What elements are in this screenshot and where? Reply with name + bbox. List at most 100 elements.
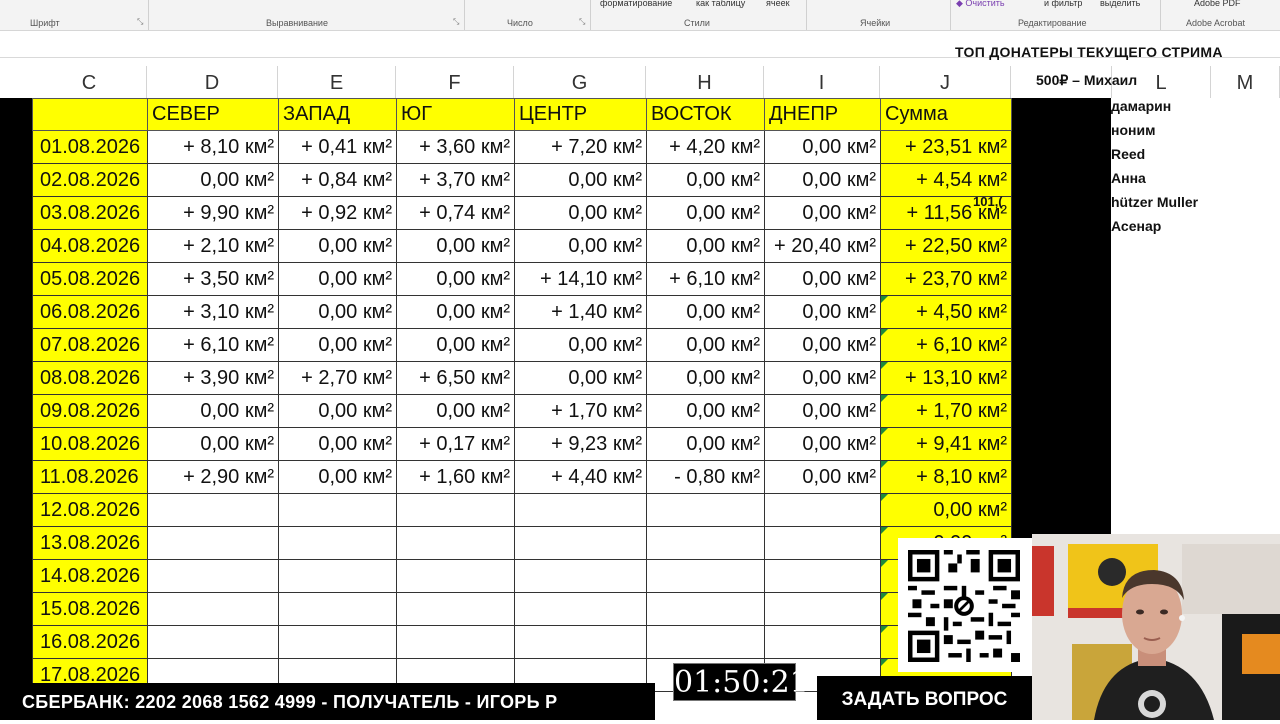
value-cell[interactable]: + 1,70 км² xyxy=(514,394,647,428)
value-cell[interactable]: 0,00 км² xyxy=(514,328,647,362)
value-cell[interactable]: + 8,10 км² xyxy=(147,130,279,164)
value-cell[interactable]: + 4,40 км² xyxy=(514,460,647,494)
date-cell[interactable]: 03.08.2026 xyxy=(32,196,148,230)
value-cell[interactable]: 0,00 км² xyxy=(396,295,515,329)
value-cell[interactable]: + 9,23 км² xyxy=(514,427,647,461)
value-cell[interactable]: + 3,90 км² xyxy=(147,361,279,395)
value-cell[interactable] xyxy=(278,625,397,659)
column-header-f[interactable]: F xyxy=(396,66,514,98)
date-cell[interactable]: 02.08.2026 xyxy=(32,163,148,197)
value-cell[interactable]: + 3,50 км² xyxy=(147,262,279,296)
value-cell[interactable]: 0,00 км² xyxy=(278,328,397,362)
value-cell[interactable]: + 4,20 км² xyxy=(646,130,765,164)
column-header-h[interactable]: H xyxy=(646,66,764,98)
value-cell[interactable]: + 0,92 км² xyxy=(278,196,397,230)
dialog-launcher-icon[interactable]: ⤡ xyxy=(453,17,459,27)
value-cell[interactable] xyxy=(147,625,279,659)
value-cell[interactable] xyxy=(514,559,647,593)
value-cell[interactable]: 0,00 км² xyxy=(278,427,397,461)
value-cell[interactable]: + 1,40 км² xyxy=(514,295,647,329)
value-cell[interactable]: + 2,10 км² xyxy=(147,229,279,263)
value-cell[interactable] xyxy=(514,526,647,560)
value-cell[interactable]: 0,00 км² xyxy=(147,163,279,197)
date-cell[interactable]: 01.08.2026 xyxy=(32,130,148,164)
value-cell[interactable] xyxy=(147,559,279,593)
value-cell[interactable] xyxy=(147,526,279,560)
value-cell[interactable]: 0,00 км² xyxy=(514,196,647,230)
value-cell[interactable]: 0,00 км² xyxy=(396,229,515,263)
sum-cell[interactable]: + 8,10 км² xyxy=(880,460,1012,494)
value-cell[interactable]: + 14,10 км² xyxy=(514,262,647,296)
value-cell[interactable] xyxy=(278,493,397,527)
sum-cell[interactable]: + 22,50 км² xyxy=(880,229,1012,263)
date-cell[interactable]: 10.08.2026 xyxy=(32,427,148,461)
value-cell[interactable]: 0,00 км² xyxy=(396,262,515,296)
value-cell[interactable]: 0,00 км² xyxy=(764,130,881,164)
value-cell[interactable] xyxy=(764,592,881,626)
value-cell[interactable]: + 7,20 км² xyxy=(514,130,647,164)
value-cell[interactable]: + 20,40 км² xyxy=(764,229,881,263)
column-header-g[interactable]: G xyxy=(514,66,646,98)
value-cell[interactable]: 0,00 км² xyxy=(147,394,279,428)
sum-cell[interactable]: + 9,41 км² xyxy=(880,427,1012,461)
value-cell[interactable] xyxy=(764,559,881,593)
value-cell[interactable]: 0,00 км² xyxy=(764,460,881,494)
cell-styles-button[interactable]: ячеек xyxy=(766,0,790,8)
column-header-m[interactable]: M xyxy=(1211,66,1280,98)
value-cell[interactable]: 0,00 км² xyxy=(646,196,765,230)
date-cell[interactable]: 11.08.2026 xyxy=(32,460,148,494)
value-cell[interactable]: + 2,70 км² xyxy=(278,361,397,395)
value-cell[interactable]: + 6,50 км² xyxy=(396,361,515,395)
sum-cell[interactable]: + 23,70 км² xyxy=(880,262,1012,296)
sum-cell[interactable]: + 4,50 км² xyxy=(880,295,1012,329)
value-cell[interactable]: + 3,10 км² xyxy=(147,295,279,329)
column-heading-cell[interactable]: Сумма xyxy=(880,98,1012,131)
value-cell[interactable]: 0,00 км² xyxy=(396,328,515,362)
dialog-launcher-icon[interactable]: ⤡ xyxy=(579,17,585,27)
value-cell[interactable]: 0,00 км² xyxy=(764,295,881,329)
value-cell[interactable]: + 9,90 км² xyxy=(147,196,279,230)
value-cell[interactable] xyxy=(764,493,881,527)
column-header-e[interactable]: E xyxy=(278,66,396,98)
adobe-pdf-button[interactable]: Adobe PDF xyxy=(1194,0,1241,8)
date-cell[interactable]: 13.08.2026 xyxy=(32,526,148,560)
value-cell[interactable]: 0,00 км² xyxy=(514,163,647,197)
value-cell[interactable] xyxy=(764,526,881,560)
sum-cell[interactable]: + 23,51 км² xyxy=(880,130,1012,164)
value-cell[interactable]: 0,00 км² xyxy=(764,361,881,395)
date-cell[interactable]: 14.08.2026 xyxy=(32,559,148,593)
value-cell[interactable] xyxy=(646,559,765,593)
value-cell[interactable]: 0,00 км² xyxy=(514,361,647,395)
value-cell[interactable] xyxy=(278,592,397,626)
sum-cell[interactable]: + 4,54 км² xyxy=(880,163,1012,197)
value-cell[interactable]: + 0,41 км² xyxy=(278,130,397,164)
value-cell[interactable]: 0,00 км² xyxy=(278,295,397,329)
value-cell[interactable] xyxy=(764,625,881,659)
value-cell[interactable]: + 6,10 км² xyxy=(147,328,279,362)
column-header-d[interactable]: D xyxy=(147,66,278,98)
value-cell[interactable] xyxy=(646,625,765,659)
value-cell[interactable]: + 0,74 км² xyxy=(396,196,515,230)
sum-cell[interactable]: + 6,10 км² xyxy=(880,328,1012,362)
value-cell[interactable] xyxy=(514,493,647,527)
date-cell[interactable]: 09.08.2026 xyxy=(32,394,148,428)
value-cell[interactable] xyxy=(514,592,647,626)
value-cell[interactable]: 0,00 км² xyxy=(764,394,881,428)
value-cell[interactable]: 0,00 км² xyxy=(646,229,765,263)
value-cell[interactable]: 0,00 км² xyxy=(278,460,397,494)
value-cell[interactable] xyxy=(646,526,765,560)
value-cell[interactable] xyxy=(646,592,765,626)
value-cell[interactable]: 0,00 км² xyxy=(764,427,881,461)
value-cell[interactable]: + 1,60 км² xyxy=(396,460,515,494)
value-cell[interactable]: + 0,17 км² xyxy=(396,427,515,461)
value-cell[interactable]: 0,00 км² xyxy=(646,394,765,428)
value-cell[interactable]: 0,00 км² xyxy=(764,328,881,362)
value-cell[interactable]: 0,00 км² xyxy=(764,163,881,197)
value-cell[interactable]: 0,00 км² xyxy=(147,427,279,461)
date-cell[interactable]: 06.08.2026 xyxy=(32,295,148,329)
value-cell[interactable] xyxy=(396,493,515,527)
value-cell[interactable] xyxy=(396,625,515,659)
value-cell[interactable]: + 2,90 км² xyxy=(147,460,279,494)
value-cell[interactable]: 0,00 км² xyxy=(278,262,397,296)
column-heading-cell[interactable]: ДНЕПР xyxy=(764,98,881,131)
